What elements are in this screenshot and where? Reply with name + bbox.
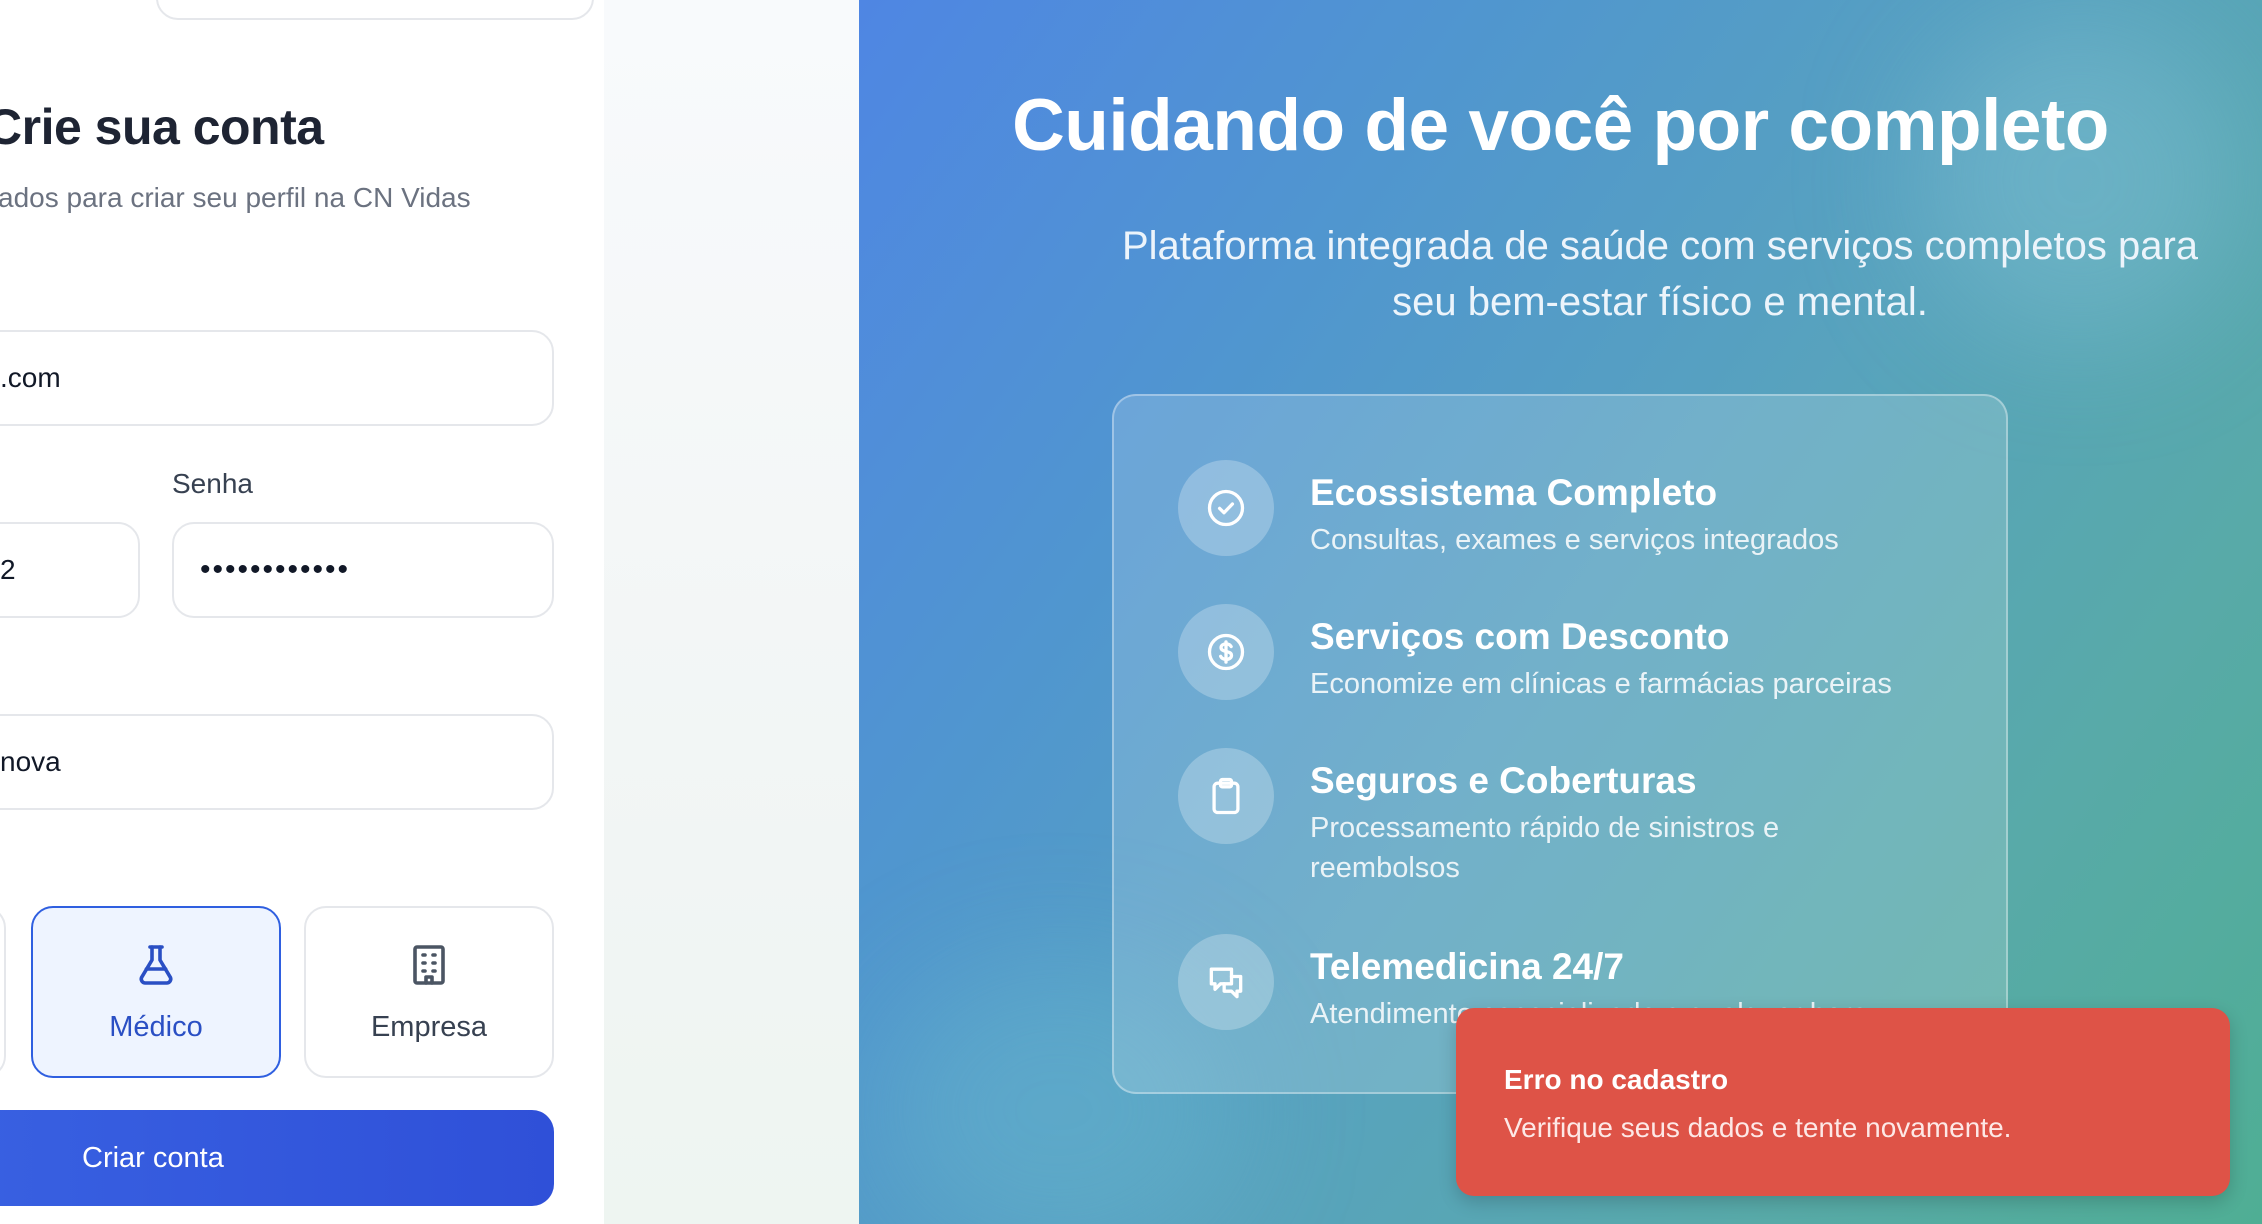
signup-panel: Crie sua conta ados para criar seu perfi… <box>0 0 604 1224</box>
dollar-circle-icon <box>1178 604 1274 700</box>
form-subtitle: ados para criar seu perfil na CN Vidas <box>0 182 471 213</box>
feature-item: Seguros e Coberturas Processamento rápid… <box>1178 748 1920 888</box>
feature-title: Serviços com Desconto <box>1310 616 1730 657</box>
feature-title: Seguros e Coberturas <box>1310 760 1697 801</box>
toast-message: Verifique seus dados e tente novamente. <box>1504 1112 2012 1143</box>
password-label: Senha <box>172 468 253 499</box>
feature-item: Ecossistema Completo Consultas, exames e… <box>1178 460 1920 560</box>
email-field[interactable]: .com <box>0 330 554 426</box>
phone-value: 2 <box>0 554 16 585</box>
hero-title: Cuidando de você por completo <box>1012 85 2109 166</box>
name-value: nova <box>0 746 61 777</box>
form-title: Crie sua conta <box>0 99 324 155</box>
password-value: •••••••••••• <box>200 553 351 586</box>
error-toast[interactable]: Erro no cadastro Verifique seus dados e … <box>1456 1008 2230 1196</box>
feature-description: Economize em clínicas e farmácias parcei… <box>1310 668 1892 700</box>
email-value: .com <box>0 362 61 393</box>
feature-description: Processamento rápido de sinistros e reem… <box>1310 812 1780 884</box>
toast-title: Erro no cadastro <box>1504 1064 1729 1095</box>
flask-icon <box>132 941 180 997</box>
feature-item: Serviços com Desconto Economize em clíni… <box>1178 604 1920 704</box>
account-type-medico[interactable]: Médico <box>31 906 281 1078</box>
account-type-label: Médico <box>109 1010 203 1043</box>
top-field-fragment[interactable] <box>156 0 594 20</box>
check-circle-icon <box>1178 460 1274 556</box>
hero-subtitle: Plataforma integrada de saúde com serviç… <box>1121 224 2199 324</box>
account-type-empresa[interactable]: Empresa <box>304 906 554 1078</box>
background-gap <box>604 0 859 1224</box>
account-type-label: Empresa <box>370 1010 488 1043</box>
feature-description: Consultas, exames e serviços integrados <box>1310 524 1839 556</box>
feature-title: Telemedicina 24/7 <box>1310 946 1624 987</box>
clipboard-icon <box>1178 748 1274 844</box>
feature-title: Ecossistema Completo <box>1310 472 1718 513</box>
account-type-option-partial[interactable] <box>0 906 6 1078</box>
password-field[interactable]: •••••••••••• <box>172 522 554 618</box>
create-account-button[interactable]: Criar conta <box>0 1110 554 1206</box>
name-field[interactable]: nova <box>0 714 554 810</box>
features-card: Ecossistema Completo Consultas, exames e… <box>1112 394 2008 1094</box>
chat-bubbles-icon <box>1178 934 1274 1030</box>
building-icon <box>405 941 453 997</box>
create-account-label: Criar conta <box>82 1141 224 1174</box>
phone-field[interactable]: 2 <box>0 522 140 618</box>
